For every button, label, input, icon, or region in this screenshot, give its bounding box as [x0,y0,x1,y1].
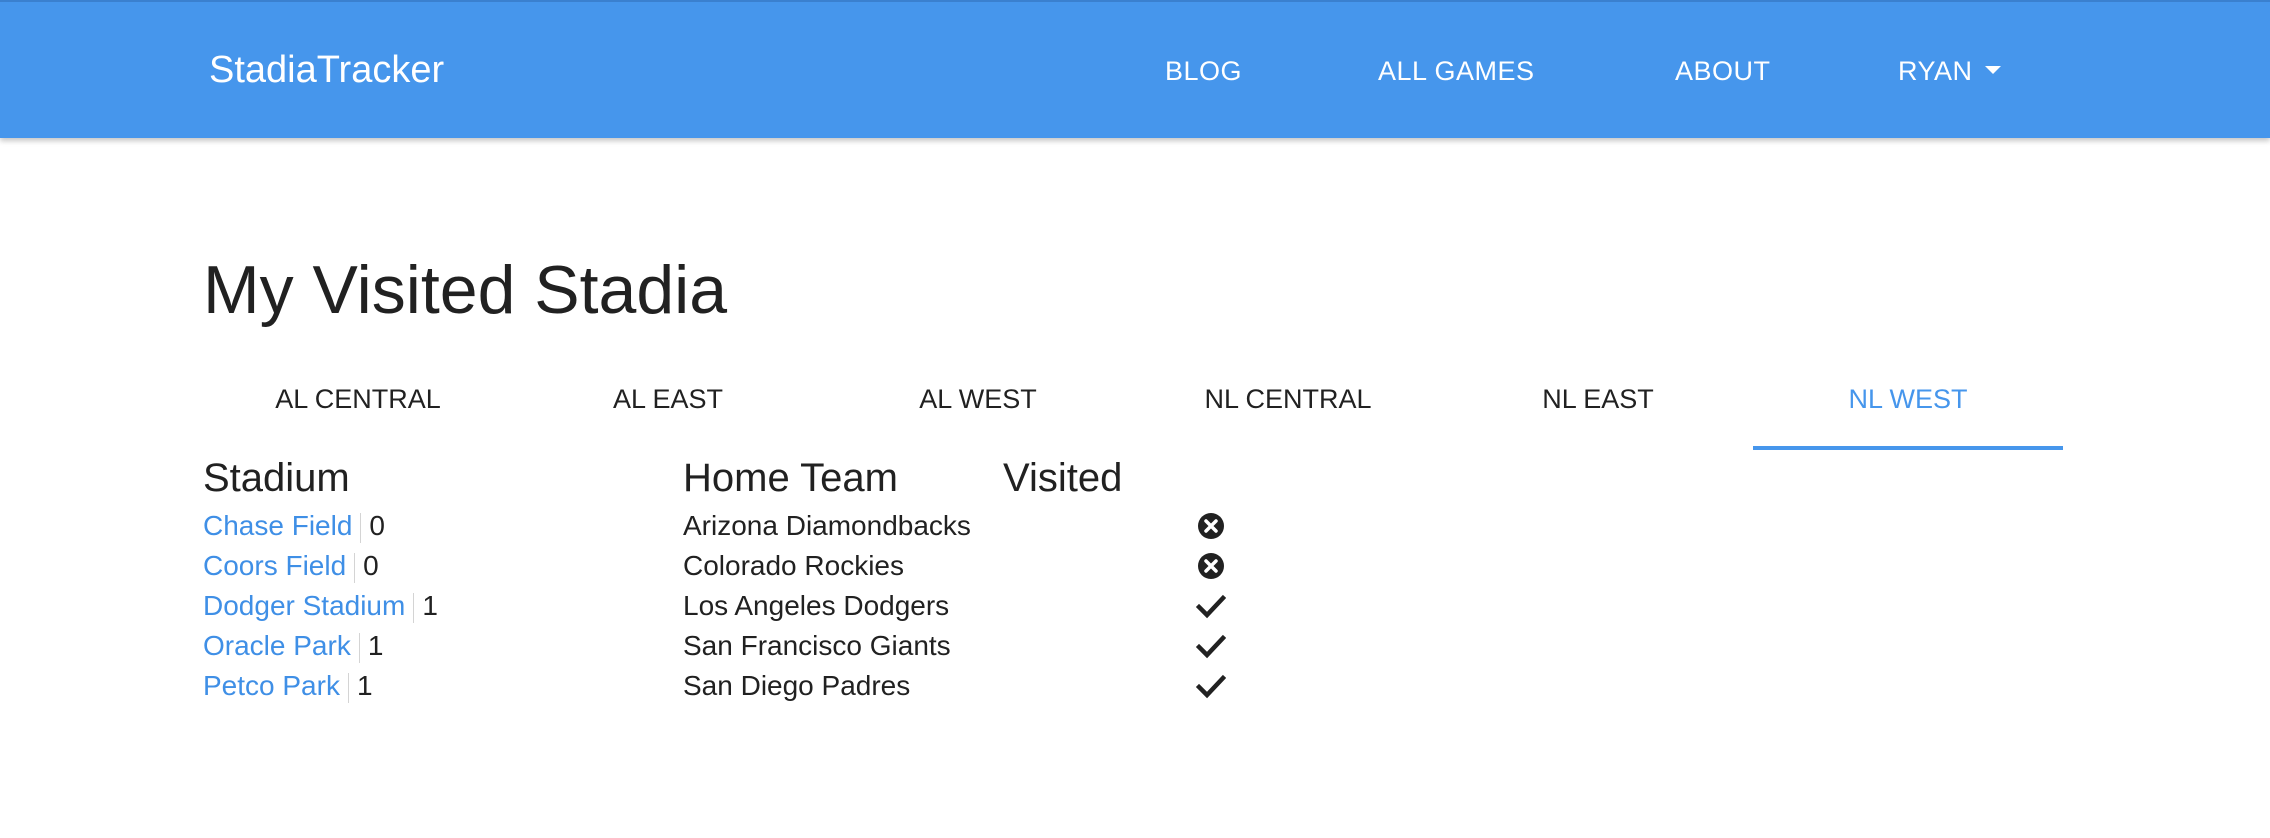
table-row: Dodger Stadium 1 Los Angeles Dodgers [0,586,2270,626]
check-icon [1196,634,1226,659]
division-tabs: AL CENTRAL AL EAST AL WEST NL CENTRAL NL… [203,360,2063,450]
nav-all-games-link[interactable]: ALL GAMES [1378,54,1535,88]
check-icon [1196,674,1226,699]
home-team-cell: San Diego Padres [683,670,911,701]
column-header-visited: Visited [1003,456,1123,500]
visit-count: 1 [356,670,373,701]
home-team-cell: Arizona Diamondbacks [683,510,971,541]
stadium-cell: Petco Park 1 [203,666,373,706]
nav-about-link[interactable]: ABOUT [1675,54,1771,88]
visit-count: 0 [363,550,379,581]
divider [358,632,360,663]
user-menu-label: RYAN [1898,56,1973,86]
column-header-home-team: Home Team [683,456,898,500]
table-row: Petco Park 1 San Diego Padres [0,666,2270,706]
tab-al-west[interactable]: AL WEST [823,360,1133,450]
stadium-link[interactable]: Chase Field [203,510,352,541]
nav-blog-link[interactable]: BLOG [1165,54,1242,88]
divider [360,512,362,543]
divider [347,672,349,703]
stadium-link[interactable]: Coors Field [203,550,346,581]
brand-logo-link[interactable]: StadiaTracker [209,46,444,94]
divider [354,552,356,583]
x-circle-icon [1198,553,1224,579]
divider [413,592,415,623]
tab-al-central[interactable]: AL CENTRAL [203,360,513,450]
tab-al-east[interactable]: AL EAST [513,360,823,450]
tab-nl-central[interactable]: NL CENTRAL [1133,360,1443,450]
stadium-cell: Dodger Stadium 1 [203,586,438,626]
visit-count: 1 [367,630,384,661]
x-circle-icon [1198,513,1224,539]
table-row: Chase Field 0 Arizona Diamondbacks [0,506,2270,546]
table-row: Coors Field 0 Colorado Rockies [0,546,2270,586]
stadium-cell: Chase Field 0 [203,506,385,546]
visit-count: 0 [369,510,385,541]
column-header-stadium: Stadium [203,456,350,500]
caret-down-icon [1984,65,2001,74]
home-team-cell: Los Angeles Dodgers [683,590,950,621]
stadium-link[interactable]: Dodger Stadium [203,590,405,621]
home-team-cell: San Francisco Giants [683,630,951,661]
user-menu-dropdown[interactable]: RYAN [1898,54,2001,88]
home-team-cell: Colorado Rockies [683,550,904,581]
tab-nl-west[interactable]: NL WEST [1753,360,2063,450]
stadium-cell: Coors Field 0 [203,546,379,586]
stadium-cell: Oracle Park 1 [203,626,383,666]
stadium-link[interactable]: Petco Park [203,670,340,701]
top-navbar: StadiaTracker BLOG ALL GAMES ABOUT RYAN [0,0,2270,138]
table-row: Oracle Park 1 San Francisco Giants [0,626,2270,666]
check-icon [1196,594,1226,619]
page-title: My Visited Stadia [203,252,728,328]
tab-nl-east[interactable]: NL EAST [1443,360,1753,450]
stadium-link[interactable]: Oracle Park [203,630,351,661]
visit-count: 1 [422,590,438,621]
